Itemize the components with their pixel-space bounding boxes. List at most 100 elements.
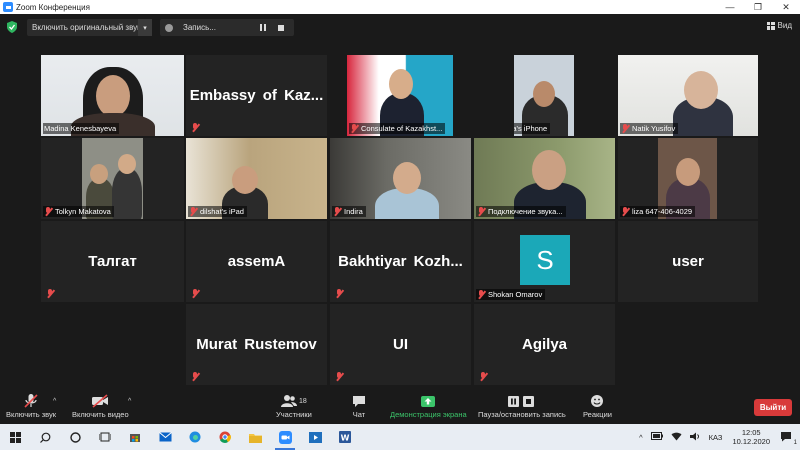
chrome-icon[interactable] [210,424,240,450]
windows-taskbar: W ^ КАЗ 12:05 10.12.2020 1 [0,424,800,450]
participant-tile[interactable]: Талгат [41,221,184,302]
volume-icon[interactable] [689,432,701,443]
search-icon[interactable] [30,424,60,450]
system-clock[interactable]: 12:05 10.12.2020 [732,428,770,446]
muted-mic-icon [477,290,485,299]
maximize-button[interactable]: ❐ [744,0,772,14]
shield-icon[interactable] [7,21,17,33]
muted-mic-icon [350,124,358,133]
recording-label: Запись... [183,23,216,32]
view-button[interactable]: Вид [766,21,792,30]
minimize-button[interactable]: — [716,0,744,14]
view-label: Вид [777,21,792,30]
participant-tile[interactable]: UI [330,304,471,385]
participant-tile[interactable]: dilshat's iPad [186,138,327,219]
clock-time: 12:05 [741,428,761,437]
original-sound-label: Включить оригинальный звук [32,23,141,32]
muted-mic-icon [44,207,52,216]
wifi-icon[interactable] [671,432,682,443]
participant-tile[interactable]: Consulate of Kazakhst... [347,55,453,136]
battery-icon[interactable] [650,432,663,442]
muted-mic-icon [621,207,629,216]
participant-display-name: Embassy of Kaz... [189,87,324,104]
recording-indicator: Запись... [160,19,294,36]
participant-tile[interactable]: Natik Yusifov [618,55,758,136]
muted-mic-icon [479,372,487,381]
file-explorer-icon[interactable] [240,424,270,450]
muted-mic-icon [189,207,197,216]
unmute-button[interactable]: Включить звук [6,392,56,419]
participant-display-name: Agilya [521,336,567,353]
participant-name-tag: Natik Yusifov [620,123,679,134]
participant-name-tag: Tolkyn Makatova [43,206,114,217]
windows-start-icon[interactable] [0,424,30,450]
participant-name-tag: Подключение звука... [476,206,566,217]
task-view-icon[interactable] [90,424,120,450]
start-video-label: Включить видео [72,410,129,419]
participant-tile[interactable]: Agilya [474,304,615,385]
participant-tile[interactable]: Embassy of Kaz... [186,55,327,136]
close-button[interactable]: ✕ [772,0,800,14]
word-icon[interactable]: W [330,424,360,450]
participant-name-tag: Karla's iPhone [514,123,551,134]
pause-recording-button[interactable] [258,24,268,31]
participants-label: Участники [276,410,312,419]
store-icon[interactable] [120,424,150,450]
zoom-app-icon [3,2,13,12]
zoom-taskbar-icon[interactable] [270,424,300,450]
video-options-caret-icon[interactable]: ^ [128,398,131,405]
system-tray: ^ КАЗ 12:05 10.12.2020 1 [635,424,800,450]
participant-display-name: Bakhtiyar Kozh... [338,253,463,270]
reactions-button[interactable]: Реакции [583,392,612,419]
window-titlebar: Zoom Конференция — ❐ ✕ [0,0,800,14]
participant-tile[interactable]: Bakhtiyar Kozh... [330,221,471,302]
input-language[interactable]: КАЗ [709,433,723,442]
muted-mic-icon [23,392,39,410]
participant-tile[interactable]: Подключение звука... [474,138,615,219]
participant-name-tag: liza 647-406-4029 [620,206,696,217]
participant-tile[interactable]: Indira [330,138,471,219]
original-sound-button[interactable]: Включить оригинальный звук ▾ [27,19,152,36]
start-video-button[interactable]: Включить видео [72,392,129,419]
chat-button[interactable]: Чат [352,392,366,419]
participant-display-name: UI [393,336,408,353]
participants-icon: 18 [281,392,307,410]
pause-stop-recording-label: Пауза/остановить запись [478,410,566,419]
participant-name-tag: Consulate of Kazakhst... [349,123,446,134]
share-screen-button[interactable]: Демонстрация экрана [390,392,467,419]
participants-button[interactable]: 18 Участники [276,392,312,419]
muted-mic-icon [333,207,341,216]
participant-tile[interactable]: S Shokan Omarov [474,221,615,302]
record-dot-icon [165,23,173,32]
mail-icon[interactable] [150,424,180,450]
reactions-label: Реакции [583,410,612,419]
stop-recording-button[interactable] [276,24,286,31]
participant-avatar: S [520,235,570,285]
participant-tile[interactable]: Karla's iPhone [514,55,574,136]
muted-mic-icon [191,123,199,132]
participant-tile[interactable]: Murat Rustemov [186,304,327,385]
chevron-up-icon[interactable]: ^ [639,433,643,442]
participant-name-tag: Madina Kenesbayeva [43,123,120,134]
pause-stop-recording-button[interactable]: Пауза/остановить запись [478,392,566,419]
participant-display-name: Талгат [88,253,137,270]
participant-tile[interactable]: user [618,221,758,302]
participant-tile[interactable]: liza 647-406-4029 [618,138,758,219]
participants-count: 18 [299,397,307,405]
leave-button[interactable]: Выйти [754,399,792,416]
audio-options-caret-icon[interactable]: ^ [53,398,56,405]
participant-tile[interactable]: Tolkyn Makatova [41,138,184,219]
chat-label: Чат [352,410,366,419]
chevron-down-icon[interactable]: ▾ [138,19,152,36]
chat-icon [352,392,366,410]
cortana-icon[interactable] [60,424,90,450]
notifications-count: 1 [793,439,797,446]
muted-mic-icon [335,289,343,298]
participant-tile[interactable]: Madina Kenesbayeva [41,55,184,136]
svg-text:W: W [341,434,350,443]
edge-icon[interactable] [180,424,210,450]
participant-display-name: assemA [227,253,286,270]
participant-tile[interactable]: assemA [186,221,327,302]
media-player-icon[interactable] [300,424,330,450]
notifications-icon[interactable]: 1 [780,431,797,446]
